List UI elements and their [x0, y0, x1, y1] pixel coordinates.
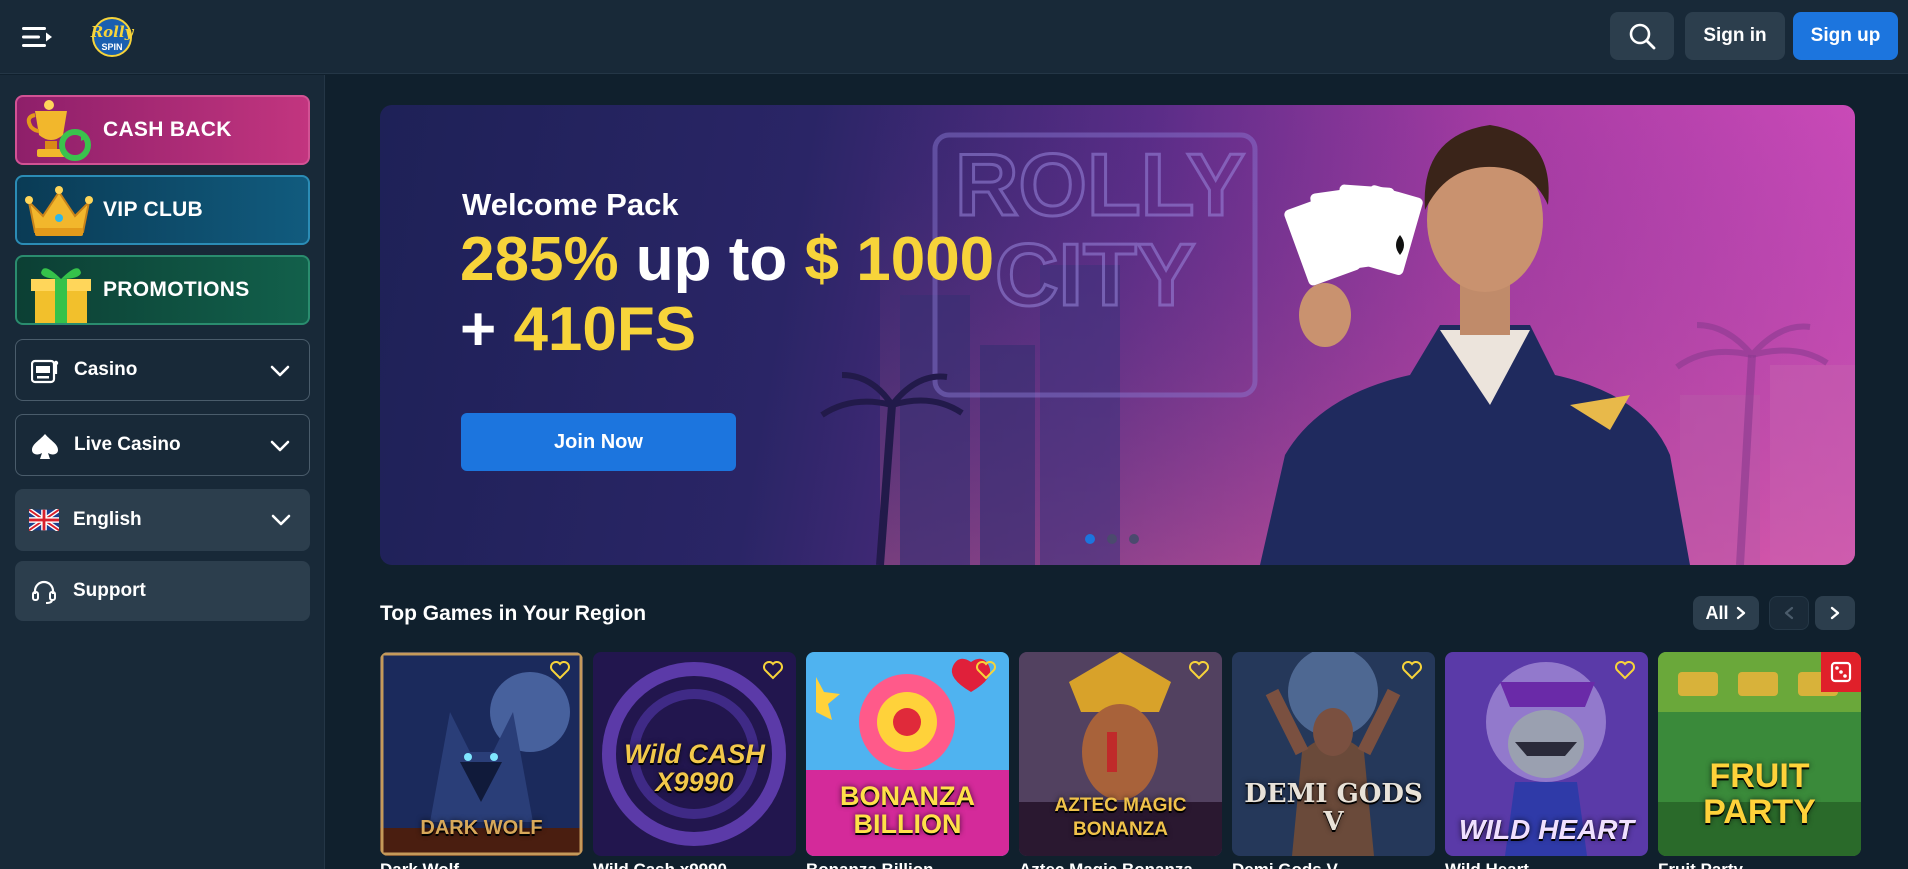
game-name[interactable]: Wild Cash x9990: [593, 860, 796, 869]
chevron-down-icon: [270, 440, 290, 452]
cashback-card[interactable]: CASH BACK: [15, 95, 310, 165]
spade-icon: [30, 432, 60, 460]
language-label: English: [73, 509, 142, 530]
nav-live-casino[interactable]: Live Casino: [15, 414, 310, 476]
game-card-bonanza-billion[interactable]: BONANZA BILLION: [806, 652, 1009, 856]
game-name[interactable]: Demi Gods V: [1232, 860, 1435, 869]
carousel-next-button[interactable]: [1815, 596, 1855, 630]
gift-icon: [17, 257, 101, 323]
sign-up-button[interactable]: Sign up: [1793, 12, 1898, 60]
game-art-title: AZTEC MAGIC BONANZA: [1054, 795, 1187, 840]
svg-text:SPIN: SPIN: [101, 42, 122, 52]
language-selector[interactable]: English: [15, 489, 310, 551]
game-art-title: DEMI GODS V: [1244, 779, 1423, 837]
headline-up-to: up to: [618, 225, 805, 294]
nav-casino[interactable]: Casino: [15, 339, 310, 401]
game-card-dark-wolf[interactable]: DARK WOLF: [380, 652, 583, 856]
heart-icon[interactable]: [762, 660, 784, 680]
dice-icon: [1830, 661, 1852, 683]
headline-amount: $ 1000: [804, 225, 995, 294]
game-name[interactable]: Aztec Magic Bonanza: [1019, 860, 1222, 869]
chevron-right-icon: [1830, 606, 1840, 620]
heart-icon[interactable]: [1401, 660, 1423, 680]
cashback-label: CASH BACK: [103, 118, 232, 141]
carousel-dot-1[interactable]: [1085, 534, 1095, 544]
sidebar: CASH BACK VIP CLUB PROMOTIONS Casino Liv…: [0, 75, 325, 869]
game-art-title: WILD HEART: [1458, 814, 1635, 845]
headline-percent: 285%: [460, 225, 619, 294]
hamburger-icon: [22, 27, 52, 47]
svg-text:CITY: CITY: [995, 225, 1195, 324]
chevron-right-icon: [1736, 606, 1745, 620]
svg-text:Rolly: Rolly: [90, 23, 135, 41]
site-logo[interactable]: Rolly SPIN: [80, 14, 144, 60]
game-card-fruit-party[interactable]: FRUIT PARTY: [1658, 652, 1861, 856]
slot-machine-icon: [30, 357, 60, 385]
search-icon: [1629, 23, 1656, 50]
menu-toggle-button[interactable]: [18, 20, 56, 54]
carousel-dots: [1085, 534, 1139, 544]
crown-icon: [17, 177, 101, 243]
welcome-banner[interactable]: ROLLY CITY Welcome Pack 285% up to $ 100…: [380, 105, 1855, 565]
carousel-dot-2[interactable]: [1107, 534, 1117, 544]
heart-icon[interactable]: [549, 660, 571, 680]
carousel-prev-button[interactable]: [1769, 596, 1809, 630]
search-button[interactable]: [1610, 12, 1674, 60]
promotions-label: PROMOTIONS: [103, 278, 250, 301]
game-art-title: Wild CASH X9990: [624, 739, 765, 797]
carousel-dot-3[interactable]: [1129, 534, 1139, 544]
game-name[interactable]: Fruit Party: [1658, 860, 1861, 869]
promotions-card[interactable]: PROMOTIONS: [15, 255, 310, 325]
game-name[interactable]: Bonanza Billion: [806, 860, 1009, 869]
nav-support[interactable]: Support: [15, 561, 310, 621]
chevron-down-icon: [270, 365, 290, 377]
headline-freespins: 410FS: [513, 295, 697, 364]
view-all-button[interactable]: All: [1693, 596, 1759, 630]
heart-icon[interactable]: [975, 660, 997, 680]
sign-in-button[interactable]: Sign in: [1685, 12, 1785, 60]
chevron-down-icon: [271, 514, 291, 526]
vip-club-label: VIP CLUB: [103, 198, 204, 221]
trophy-icon: [17, 97, 101, 163]
svg-text:ROLLY: ROLLY: [955, 135, 1245, 234]
game-card-wild-cash[interactable]: Wild CASH X9990: [593, 652, 796, 856]
game-art-title: BONANZA BILLION: [840, 781, 975, 839]
game-card-demi-gods-v[interactable]: DEMI GODS V: [1232, 652, 1435, 856]
banner-welcome: Welcome Pack: [462, 187, 679, 222]
game-name[interactable]: Dark Wolf: [380, 860, 583, 869]
view-all-label: All: [1705, 602, 1729, 623]
game-card-wild-heart[interactable]: WILD HEART: [1445, 652, 1648, 856]
nav-live-casino-label: Live Casino: [74, 434, 181, 455]
vip-club-card[interactable]: VIP CLUB: [15, 175, 310, 245]
game-name[interactable]: Wild Heart: [1445, 860, 1648, 869]
banner-headline: 285% up to $ 1000 + 410FS: [460, 225, 994, 365]
game-art-title: FRUIT PARTY: [1703, 757, 1816, 831]
join-now-button[interactable]: Join Now: [461, 413, 736, 471]
uk-flag-icon: [29, 506, 59, 534]
headline-plus: +: [460, 295, 514, 364]
heart-icon[interactable]: [1614, 660, 1636, 680]
nav-casino-label: Casino: [74, 359, 138, 380]
top-header: Rolly SPIN Sign in Sign up: [0, 0, 1908, 74]
section-title: Top Games in Your Region: [380, 602, 647, 625]
game-art-title: DARK WOLF: [420, 817, 543, 839]
game-card-aztec-magic-bonanza[interactable]: AZTEC MAGIC BONANZA: [1019, 652, 1222, 856]
chevron-left-icon: [1784, 606, 1794, 620]
new-game-badge: [1821, 652, 1861, 692]
headset-icon: [29, 578, 59, 606]
heart-icon[interactable]: [1188, 660, 1210, 680]
nav-support-label: Support: [73, 580, 146, 601]
